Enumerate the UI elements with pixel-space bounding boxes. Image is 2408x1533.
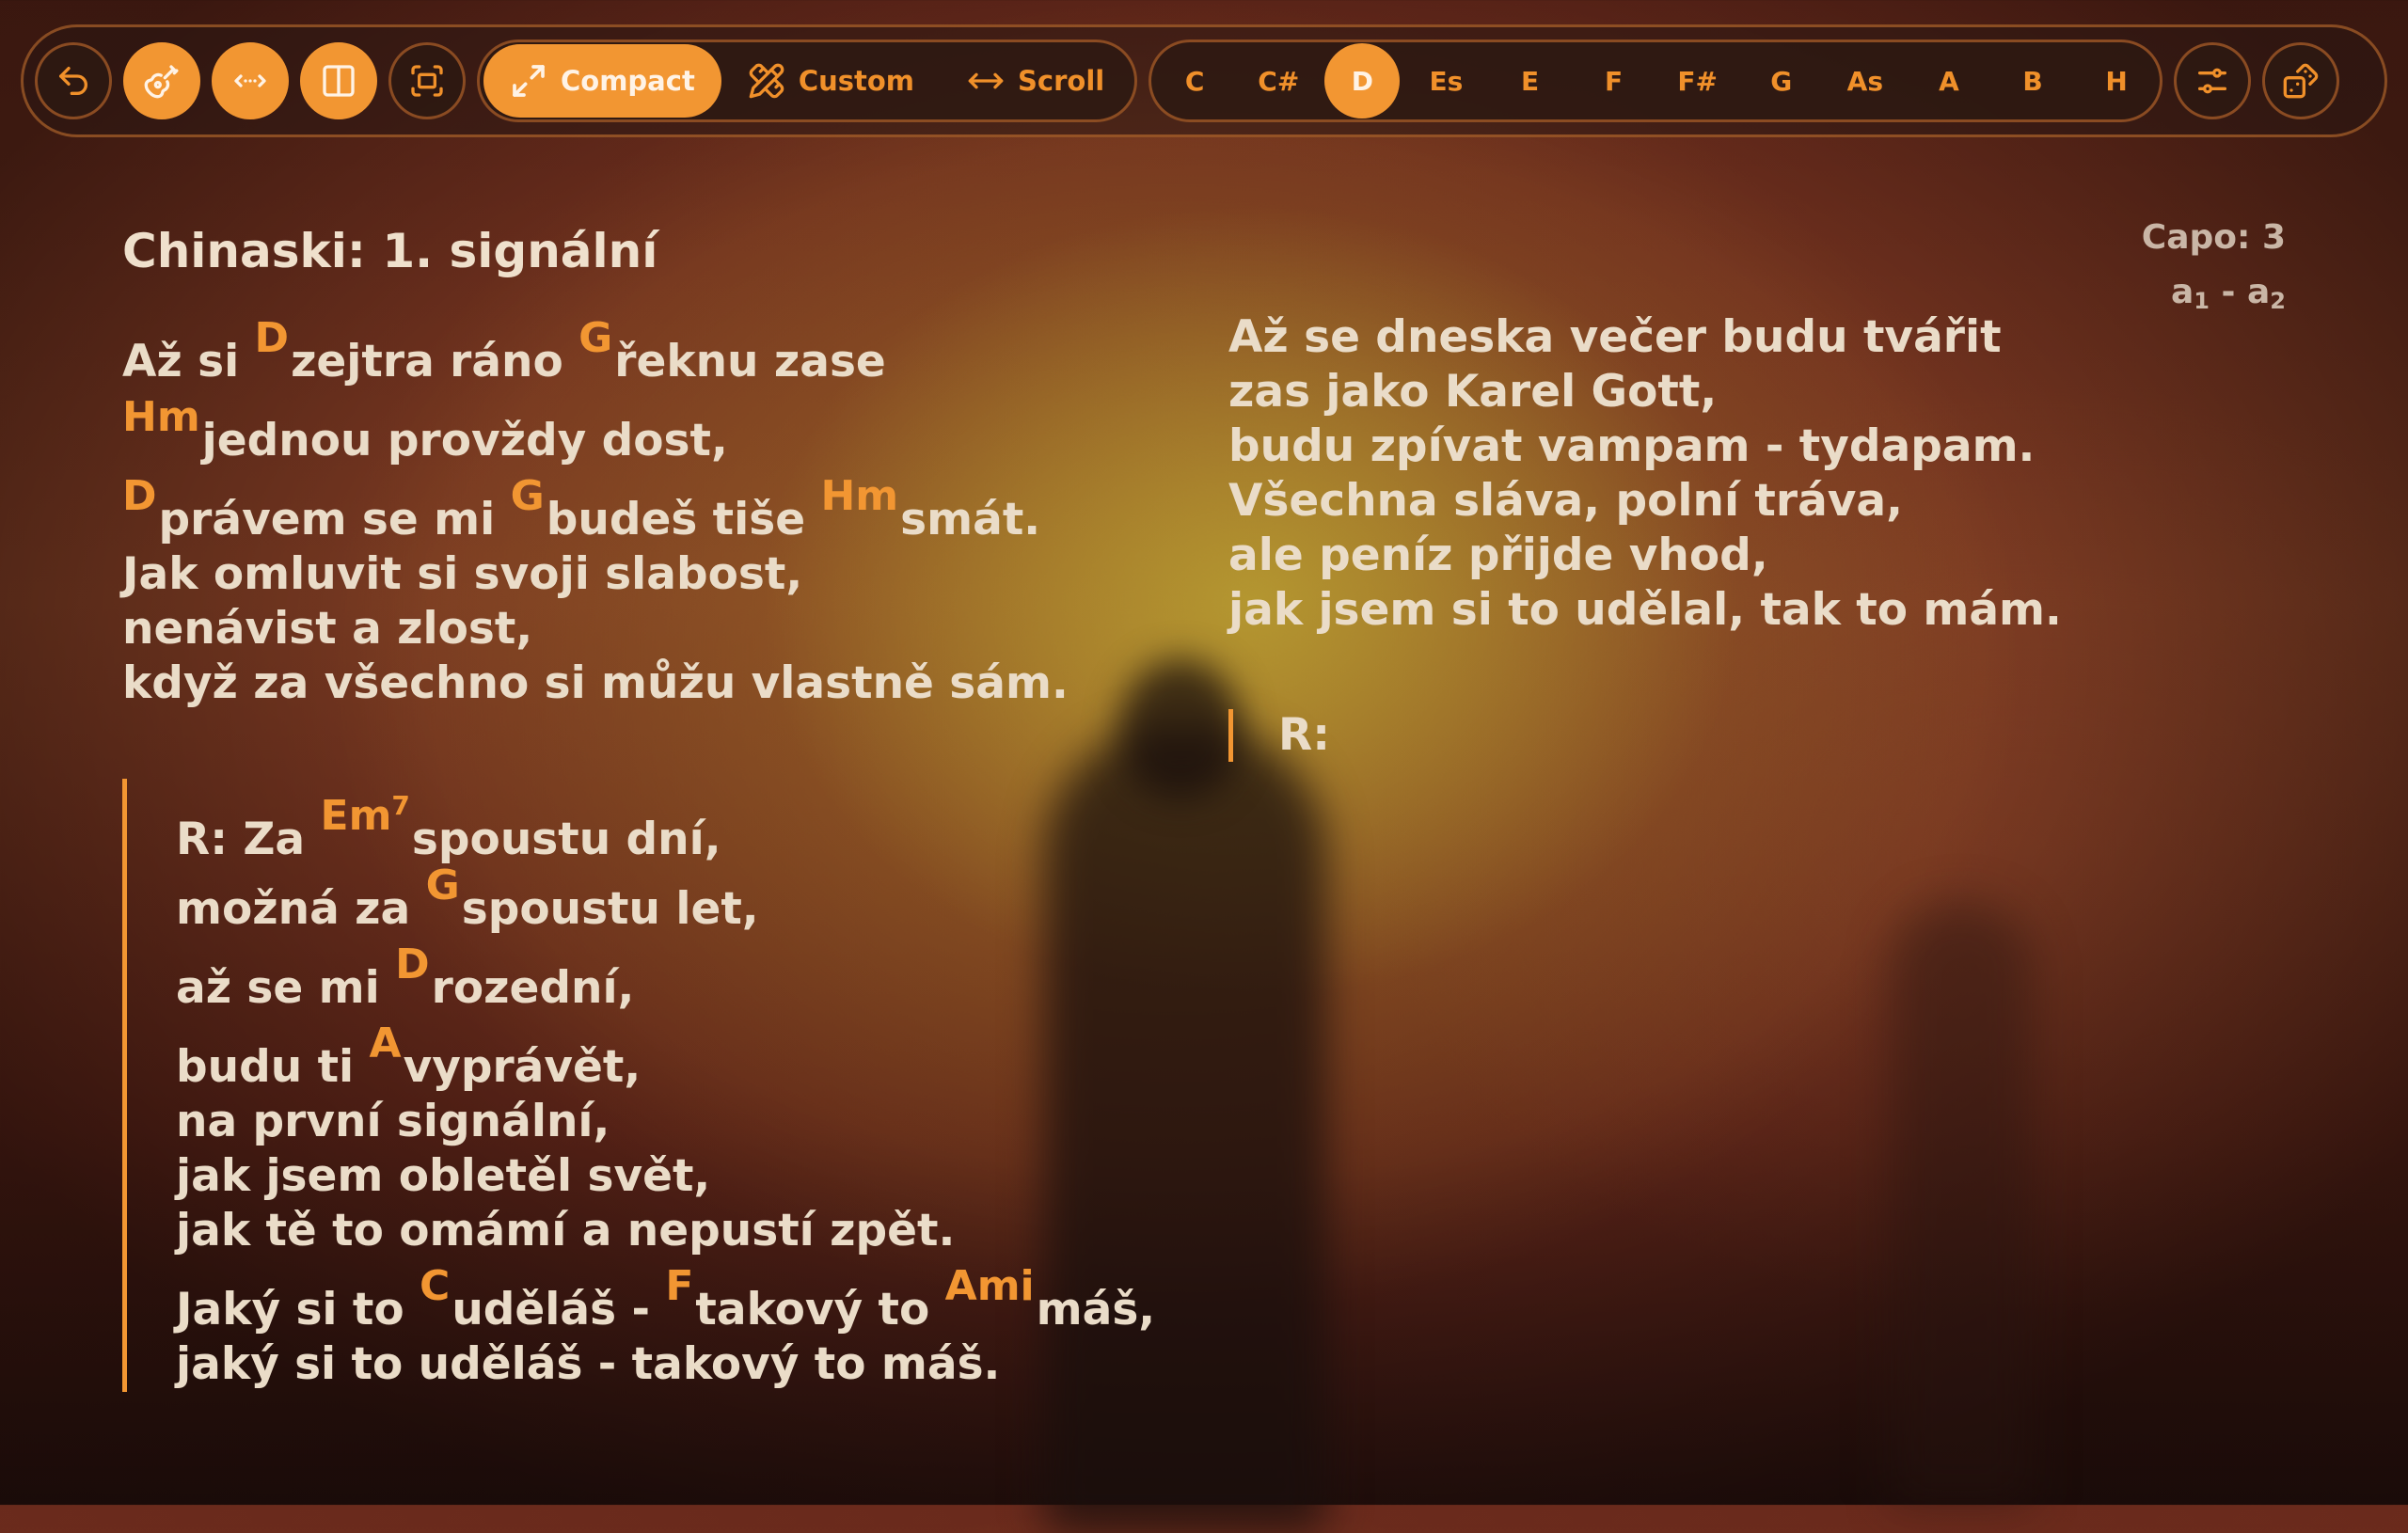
mode-custom[interactable]: Custom <box>721 44 941 118</box>
key-f[interactable]: F <box>1576 43 1652 119</box>
columns-toggle-button[interactable] <box>300 42 377 119</box>
lyric-line: budu zpívat vampam - tydapam. <box>1228 420 2036 472</box>
lyric-line: R: Za Em7spoustu dní, <box>176 779 1251 865</box>
chords-toggle-button[interactable] <box>123 42 200 119</box>
range-low-note: a <box>2170 273 2194 311</box>
mode-compact[interactable]: Compact <box>483 44 721 118</box>
lyric-line: Dprávem se mi Gbudeš tiše Hmsmát. <box>122 468 1069 547</box>
undo-arrow-icon <box>59 67 87 96</box>
key-f-sharp[interactable]: F# <box>1660 43 1735 119</box>
chord: Em7 <box>320 790 410 840</box>
lyric-line: nenávist a zlost, <box>122 603 533 655</box>
mode-compact-label: Compact <box>561 65 695 97</box>
lyric-line: budu ti Avyprávět, <box>176 1016 1251 1095</box>
width-toggle-button[interactable] <box>212 42 289 119</box>
key-c-sharp[interactable]: C# <box>1241 43 1316 119</box>
chord: D <box>254 314 290 362</box>
ruler-pencil-icon <box>749 63 784 99</box>
two-columns-icon <box>323 65 355 97</box>
capo-info: Capo: 3 <box>2141 218 2286 257</box>
background-figure-right <box>1891 903 2032 1505</box>
lyric-line: Všechna sláva, polní tráva, <box>1228 475 1904 527</box>
diagonal-expand-icon <box>513 65 545 97</box>
lyric-line: jak tě to omámí a nepustí zpět. <box>176 1205 956 1256</box>
chord: Hm <box>122 393 200 441</box>
key-a[interactable]: A <box>1911 43 1987 119</box>
key-c[interactable]: C <box>1157 43 1232 119</box>
chord: A <box>369 1019 402 1067</box>
lyric-line: Jak omluvit si svoji slabost, <box>122 548 803 600</box>
lyric-line: jak jsem obletěl svět, <box>176 1150 711 1202</box>
range-high-note: a <box>2247 273 2271 311</box>
dice-icon <box>2283 63 2319 99</box>
chord: F <box>665 1262 694 1310</box>
song-meta: Capo: 3 a1 - a2 <box>2142 211 2286 328</box>
lyric-line: ale peníz přijde vhod, <box>1228 529 1768 581</box>
chord: G <box>578 314 613 362</box>
key-selector: C C# D Es E F F# G As A B H <box>1149 40 2163 122</box>
mode-scroll-label: Scroll <box>1018 65 1105 97</box>
random-song-button[interactable] <box>2262 42 2340 119</box>
range-low-octave: 1 <box>2194 288 2210 314</box>
fit-screen-icon <box>411 65 443 97</box>
lyric-line: Hmjednou provždy dost, <box>122 389 1069 468</box>
sliders-icon <box>2198 68 2227 94</box>
expand-horizontal-icon <box>234 74 266 87</box>
range-separator: - <box>2209 273 2247 311</box>
chord: C <box>420 1262 451 1310</box>
song-title: Chinaski: 1. signální <box>122 224 658 278</box>
key-b[interactable]: B <box>1995 43 2070 119</box>
settings-button[interactable] <box>2174 42 2252 119</box>
key-as[interactable]: As <box>1828 43 1903 119</box>
lyric-line: Jaký si to Cuděláš - Ftakový to Amimáš, <box>176 1258 1251 1337</box>
mode-scroll[interactable]: Scroll <box>941 44 1131 118</box>
chord: D <box>122 472 157 520</box>
mode-custom-label: Custom <box>798 65 915 97</box>
lyric-line: když za všechno si můžu vlastně sám. <box>122 657 1069 709</box>
chord: G <box>510 472 545 520</box>
key-g[interactable]: G <box>1744 43 1819 119</box>
lyric-line: zas jako Karel Gott, <box>1228 366 1718 418</box>
verse-2: Až se dneska večer budu tvářit zas jako … <box>1228 310 2062 638</box>
lyric-line: jaký si to uděláš - takový to máš. <box>176 1338 1001 1390</box>
refrain-repeat-marker: R: <box>1228 709 1330 762</box>
lyric-line: jak jsem si to udělal, tak to mám. <box>1228 584 2062 636</box>
lyric-line: Až si Dzejtra ráno Gřeknu zase <box>122 310 1069 389</box>
key-es[interactable]: Es <box>1408 43 1483 119</box>
chord: G <box>425 861 460 909</box>
lyric-line: Až se dneska večer budu tvářit <box>1228 311 2002 363</box>
horizontal-arrows-icon <box>968 72 1004 89</box>
layout-mode-group: Compact Custom Scroll <box>477 40 1138 122</box>
verse-1: Až si Dzejtra ráno Gřeknu zase Hmjednou … <box>122 310 1069 711</box>
guitar-icon <box>144 65 179 99</box>
key-h[interactable]: H <box>2079 43 2154 119</box>
fit-screen-button[interactable] <box>388 42 466 119</box>
lyric-line: na první signální, <box>176 1096 610 1147</box>
chord: Hm <box>820 472 899 520</box>
lyric-line: až se mi Drozední, <box>176 937 1251 1016</box>
chord: D <box>395 940 430 988</box>
range-high-octave: 2 <box>2270 288 2286 314</box>
refrain: R: Za Em7spoustu dní, možná za Gspoustu … <box>122 779 1251 1392</box>
lyric-line: možná za Gspoustu let, <box>176 858 1251 937</box>
vocal-range: a1 - a2 <box>2142 265 2286 328</box>
key-d[interactable]: D <box>1324 43 1401 119</box>
key-e[interactable]: E <box>1493 43 1568 119</box>
back-button[interactable] <box>35 42 112 119</box>
chord: Ami <box>944 1262 1035 1310</box>
toolbar: Compact Custom Scroll C C# D Es E F F# G… <box>21 24 2387 137</box>
